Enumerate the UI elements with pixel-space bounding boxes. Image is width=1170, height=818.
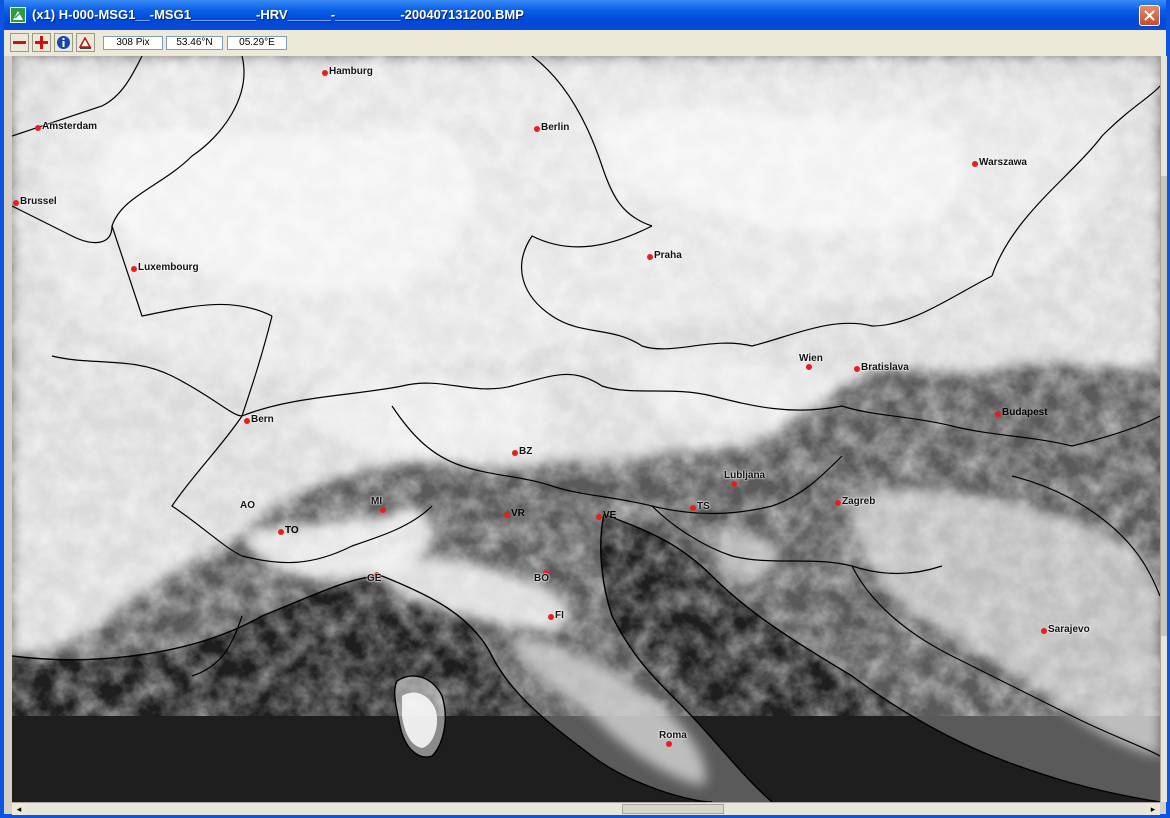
toolbar: 308 Pix 53.46°N 05.29°E (4, 30, 1166, 56)
marker-dot (13, 200, 19, 206)
city-label: VR (511, 508, 525, 519)
plus-icon (35, 36, 48, 49)
marker-dot (731, 481, 737, 487)
city-label: Berlin (541, 122, 570, 133)
pixel-readout: 308 Pix (103, 36, 163, 50)
city-label: BO (534, 573, 549, 584)
zoom-in-button[interactable] (32, 33, 51, 52)
city-label: Bratislava (861, 362, 909, 373)
city-label: TO (285, 525, 299, 536)
city-label: Praha (654, 250, 682, 261)
marker-dot (854, 366, 860, 372)
marker-dot (1041, 628, 1047, 634)
marker-dot (534, 126, 540, 132)
city-label: AO (240, 500, 255, 511)
city-label: MI (371, 496, 383, 507)
marker-dot (278, 529, 284, 535)
info-icon (57, 36, 70, 49)
marker-dot (380, 507, 386, 513)
horizontal-scroll-thumb[interactable] (622, 804, 724, 814)
marker-dot (972, 161, 978, 167)
scroll-left-icon[interactable]: ◂ (12, 803, 26, 815)
city-label: Roma (659, 730, 687, 741)
marker-dot (131, 266, 137, 272)
close-icon (1144, 10, 1155, 21)
city-label: Sarajevo (1048, 624, 1090, 635)
marker-dot (512, 450, 518, 456)
satellite-image[interactable]: Hamburg Amsterdam Berlin Warszawa Brusse… (12, 56, 1160, 802)
minus-icon (13, 41, 26, 44)
city-label: Hamburg (329, 66, 373, 77)
latitude-readout: 53.46°N (166, 36, 223, 50)
city-label: Zagreb (842, 496, 876, 507)
marker-dot (806, 364, 812, 370)
marker-dot (35, 125, 41, 131)
city-label: Luxembourg (138, 262, 199, 273)
city-label: Lubljana (724, 470, 766, 481)
city-label: GE (367, 573, 382, 584)
city-label: Amsterdam (42, 121, 98, 132)
city-label: BZ (519, 446, 533, 457)
marker-dot (690, 505, 696, 511)
city-label: Warszawa (979, 157, 1027, 168)
marker-dot (596, 514, 602, 520)
city-label: VE (603, 510, 617, 521)
marker-dot (322, 70, 328, 76)
vertical-scroll-thumb[interactable] (1161, 176, 1167, 636)
zoom-out-button[interactable] (10, 33, 29, 52)
marker-dot (666, 741, 672, 747)
marker-dot (504, 512, 510, 518)
close-button[interactable] (1139, 5, 1160, 26)
marker-dot (835, 500, 841, 506)
city-label: Bern (251, 414, 274, 425)
city-label: Budapest (1002, 407, 1048, 418)
app-icon (10, 7, 26, 23)
marker-dot (548, 614, 554, 620)
tool-button[interactable] (76, 33, 95, 52)
window-title: (x1) H-000-MSG1__-MSG1_________-HRV_____… (32, 7, 524, 22)
horizontal-scrollbar[interactable]: ◂ ▸ (12, 802, 1160, 815)
city-label: Wien (799, 353, 823, 364)
marker-dot (647, 254, 653, 260)
city-label: Brussel (20, 196, 57, 207)
info-button[interactable] (54, 33, 73, 52)
eraser-icon (78, 36, 92, 49)
marker-dot (995, 411, 1001, 417)
city-label: FI (555, 610, 564, 621)
vertical-scrollbar[interactable] (1160, 56, 1167, 802)
title-bar[interactable]: (x1) H-000-MSG1__-MSG1_________-HRV_____… (4, 0, 1166, 30)
city-label: TS (697, 501, 710, 512)
longitude-readout: 05.29°E (227, 36, 287, 50)
marker-dot (244, 418, 250, 424)
scroll-right-icon[interactable]: ▸ (1146, 803, 1160, 815)
image-viewer-window: (x1) H-000-MSG1__-MSG1_________-HRV_____… (0, 0, 1170, 818)
